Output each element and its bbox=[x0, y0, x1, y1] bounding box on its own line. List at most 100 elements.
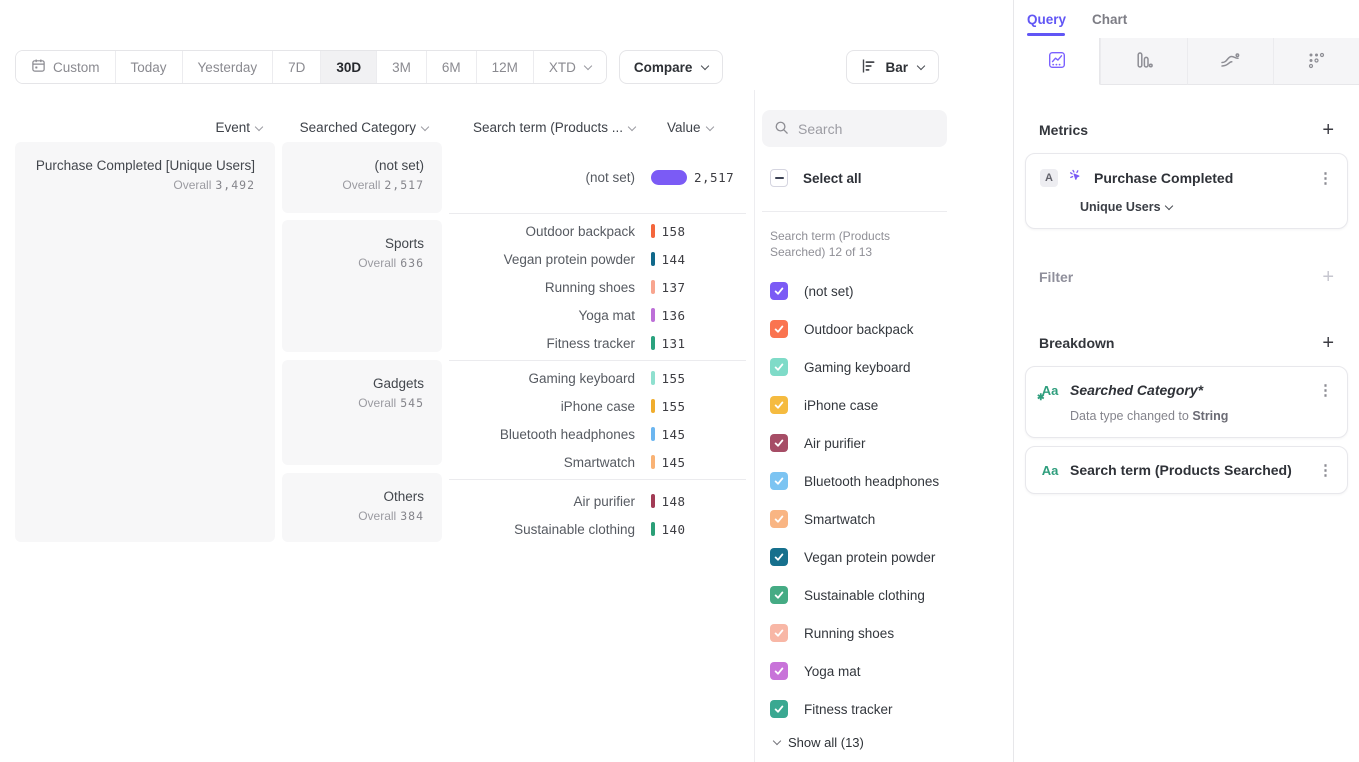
breakdown-card[interactable]: Aa✱ Searched Category* ⋮ Data type chang… bbox=[1025, 366, 1348, 438]
compare-label: Compare bbox=[634, 60, 693, 75]
search-term-label: Sustainable clothing bbox=[449, 522, 639, 537]
table-row[interactable]: (not set)2,517 bbox=[449, 142, 746, 213]
tab-retention[interactable] bbox=[1273, 38, 1359, 85]
date-range-label: Custom bbox=[53, 60, 100, 75]
legend-item[interactable]: Bluetooth headphones bbox=[762, 462, 1013, 500]
measure-dropdown[interactable]: Unique Users bbox=[1080, 200, 1333, 214]
legend-item[interactable]: Sustainable clothing bbox=[762, 576, 1013, 614]
tab-flows[interactable] bbox=[1187, 38, 1273, 85]
checked-checkbox[interactable] bbox=[770, 434, 788, 452]
table-row[interactable]: Gaming keyboard155 bbox=[449, 364, 746, 392]
tab-funnels[interactable] bbox=[1100, 38, 1186, 85]
table-row[interactable]: Fitness tracker131 bbox=[449, 329, 746, 357]
category-overall: Overall2,517 bbox=[282, 178, 424, 192]
legend-search[interactable] bbox=[762, 110, 947, 147]
add-breakdown-button[interactable]: + bbox=[1322, 333, 1334, 353]
legend-item[interactable]: Air purifier bbox=[762, 424, 1013, 462]
checked-checkbox[interactable] bbox=[770, 396, 788, 414]
checked-checkbox[interactable] bbox=[770, 662, 788, 680]
date-range-custom[interactable]: Custom bbox=[16, 51, 116, 83]
date-range-3m[interactable]: 3M bbox=[377, 51, 427, 83]
value-text: 2,517 bbox=[694, 170, 734, 185]
tab-chart[interactable]: Chart bbox=[1092, 12, 1127, 27]
checked-checkbox[interactable] bbox=[770, 586, 788, 604]
legend-item-label: Fitness tracker bbox=[804, 702, 893, 717]
metric-menu-kebab-icon[interactable]: ⋮ bbox=[1318, 169, 1333, 187]
checked-checkbox[interactable] bbox=[770, 282, 788, 300]
checked-checkbox[interactable] bbox=[770, 510, 788, 528]
chart-type-dropdown[interactable]: Bar bbox=[846, 50, 939, 84]
show-all-label: Show all (13) bbox=[788, 735, 864, 750]
value-text: 145 bbox=[662, 455, 686, 470]
table-row[interactable]: Running shoes137 bbox=[449, 273, 746, 301]
metric-event-name[interactable]: Purchase Completed bbox=[1094, 170, 1233, 186]
breakdown-property-name[interactable]: Searched Category* bbox=[1070, 382, 1203, 398]
checked-checkbox[interactable] bbox=[770, 472, 788, 490]
date-range-label: 7D bbox=[288, 60, 305, 75]
legend-item[interactable]: Yoga mat bbox=[762, 652, 1013, 690]
metric-card[interactable]: A Purchase Completed ⋮ Unique Users bbox=[1025, 153, 1348, 229]
table-row[interactable]: Bluetooth headphones145 bbox=[449, 420, 746, 448]
search-input[interactable] bbox=[798, 121, 928, 137]
search-term-label: Outdoor backpack bbox=[449, 224, 639, 239]
table-row[interactable]: Sustainable clothing140 bbox=[449, 515, 746, 543]
search-term-label: Yoga mat bbox=[449, 308, 639, 323]
category-cell[interactable]: OthersOverall384 bbox=[282, 473, 442, 542]
column-header-search-term[interactable]: Search term (Products ... bbox=[449, 120, 639, 135]
legend-item[interactable]: iPhone case bbox=[762, 386, 1013, 424]
add-filter-button[interactable]: + bbox=[1322, 267, 1334, 287]
table-row[interactable]: Outdoor backpack158 bbox=[449, 217, 746, 245]
table-row[interactable]: Yoga mat136 bbox=[449, 301, 746, 329]
legend-item-label: Gaming keyboard bbox=[804, 360, 911, 375]
show-all-button[interactable]: Show all (13) bbox=[762, 730, 1013, 754]
value-text: 145 bbox=[662, 427, 686, 442]
legend-item[interactable]: (not set) bbox=[762, 272, 1013, 310]
checked-checkbox[interactable] bbox=[770, 548, 788, 566]
breakdown-card[interactable]: Aa Search term (Products Searched) ⋮ bbox=[1025, 446, 1348, 494]
legend-item[interactable]: Vegan protein powder bbox=[762, 538, 1013, 576]
legend-item[interactable]: Fitness tracker bbox=[762, 690, 1013, 728]
breakdown-property-name[interactable]: Search term (Products Searched) bbox=[1070, 462, 1292, 478]
legend-item[interactable]: Outdoor backpack bbox=[762, 310, 1013, 348]
chevron-down-icon bbox=[773, 737, 781, 745]
date-range-today[interactable]: Today bbox=[116, 51, 183, 83]
date-range-30d[interactable]: 30D bbox=[321, 51, 377, 83]
checked-checkbox[interactable] bbox=[770, 700, 788, 718]
string-property-icon: Aa bbox=[1040, 463, 1060, 478]
date-range-6m[interactable]: 6M bbox=[427, 51, 477, 83]
category-cell[interactable]: SportsOverall636 bbox=[282, 220, 442, 352]
date-range-yesterday[interactable]: Yesterday bbox=[183, 51, 274, 83]
table-row[interactable]: Vegan protein powder144 bbox=[449, 245, 746, 273]
checked-checkbox[interactable] bbox=[770, 320, 788, 338]
legend-item-label: Vegan protein powder bbox=[804, 550, 935, 565]
checked-checkbox[interactable] bbox=[770, 358, 788, 376]
event-cell[interactable]: Purchase Completed [Unique Users] Overal… bbox=[15, 142, 275, 542]
select-all-row[interactable]: Select all bbox=[762, 169, 1013, 187]
add-metric-button[interactable]: + bbox=[1322, 120, 1334, 140]
date-range-xtd[interactable]: XTD bbox=[534, 51, 606, 83]
column-header-value[interactable]: Value bbox=[667, 120, 713, 135]
chevron-down-icon bbox=[628, 122, 636, 130]
legend-item[interactable]: Smartwatch bbox=[762, 500, 1013, 538]
compare-button[interactable]: Compare bbox=[619, 50, 724, 84]
funnels-icon bbox=[1134, 50, 1154, 73]
date-range-12m[interactable]: 12M bbox=[477, 51, 534, 83]
select-all-checkbox[interactable] bbox=[770, 169, 788, 187]
breakdown-menu-kebab-icon[interactable]: ⋮ bbox=[1318, 461, 1333, 479]
date-range-7d[interactable]: 7D bbox=[273, 51, 321, 83]
category-cell[interactable]: GadgetsOverall545 bbox=[282, 360, 442, 465]
table-row[interactable]: Smartwatch145 bbox=[449, 448, 746, 476]
legend-item[interactable]: Gaming keyboard bbox=[762, 348, 1013, 386]
table-row[interactable]: iPhone case155 bbox=[449, 392, 746, 420]
breakdown-menu-kebab-icon[interactable]: ⋮ bbox=[1318, 381, 1333, 399]
tab-query[interactable]: Query bbox=[1027, 12, 1066, 27]
metric-series-badge: A bbox=[1040, 169, 1058, 187]
checked-checkbox[interactable] bbox=[770, 624, 788, 642]
table-row[interactable]: Air purifier148 bbox=[449, 487, 746, 515]
legend-item[interactable]: Running shoes bbox=[762, 614, 1013, 652]
category-cell[interactable]: (not set)Overall2,517 bbox=[282, 142, 442, 213]
column-header-event[interactable]: Event bbox=[15, 120, 275, 135]
column-header-searched-category[interactable]: Searched Category bbox=[282, 120, 442, 135]
tab-insights[interactable] bbox=[1014, 38, 1100, 85]
legend-item-label: Running shoes bbox=[804, 626, 894, 641]
